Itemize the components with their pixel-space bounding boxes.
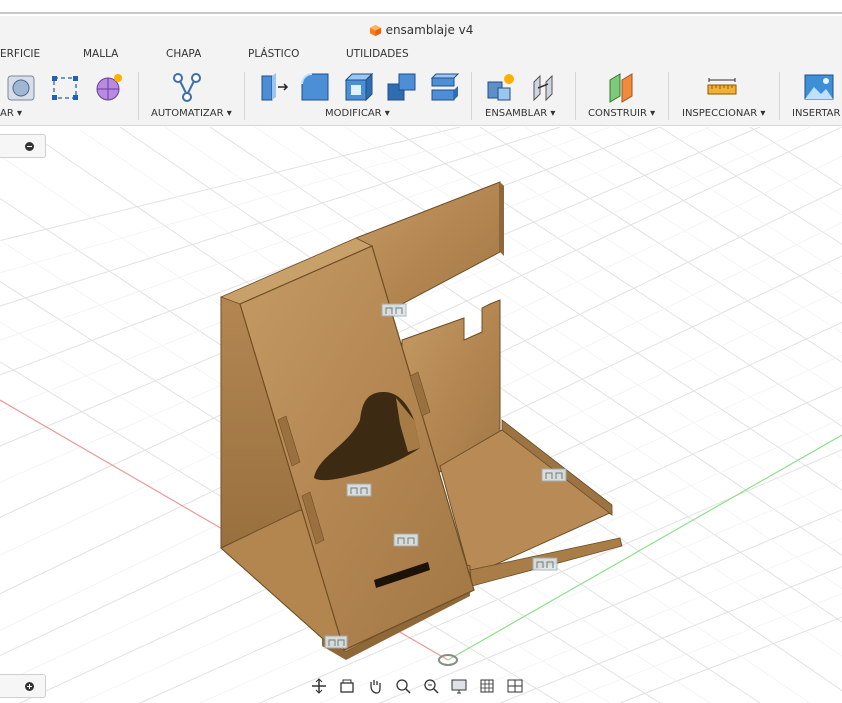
form-sphere-icon[interactable] (92, 70, 126, 104)
tab-chapa[interactable]: CHAPA (166, 48, 201, 60)
pan-icon[interactable] (362, 675, 388, 697)
toolbar-separator (471, 72, 472, 120)
back-panel-edge (500, 182, 504, 256)
insert-image-icon[interactable] (802, 70, 836, 104)
comments-panel-toggle[interactable] (0, 674, 46, 698)
document-cube-icon (369, 24, 381, 36)
group-automatizar-label[interactable]: AUTOMATIZAR ▾ (151, 108, 232, 119)
combine-icon[interactable] (385, 70, 419, 104)
grid-icon[interactable] (474, 675, 500, 697)
toolbar-separator (575, 72, 576, 120)
split-body-icon[interactable] (428, 70, 462, 104)
viewport-scene (0, 127, 842, 703)
automate-icon[interactable] (170, 70, 204, 104)
tab-plastico[interactable]: PLÁSTICO (248, 48, 299, 60)
browser-panel-toggle[interactable] (0, 134, 46, 158)
tab-superficie[interactable]: ERFICIE (0, 48, 40, 60)
offset-plane-icon[interactable] (604, 70, 638, 104)
sphere-face-icon[interactable] (4, 70, 38, 104)
document-title: ensamblaje v4 (385, 23, 474, 37)
toolbar-separator (244, 72, 245, 120)
tab-utilidades[interactable]: UTILIDADES (346, 48, 409, 60)
joint-icon[interactable] (526, 70, 560, 104)
viewports-icon[interactable] (502, 675, 528, 697)
toolbar-separator (779, 72, 780, 120)
toolbar-ribbon: AR ▾ AUTOMATIZAR ▾ MODIFICAR ▾ ENSAMBLAR… (0, 66, 842, 126)
group-ensamblar-label[interactable]: ENSAMBLAR ▾ (485, 108, 555, 119)
ribbon-tabs: ERFICIE MALLA CHAPA PLÁSTICO UTILIDADES (0, 44, 842, 66)
toolbar-separator (138, 72, 139, 120)
3d-canvas[interactable] (0, 127, 842, 703)
group-construir-label[interactable]: CONSTRUIR ▾ (588, 108, 655, 119)
display-settings-icon[interactable] (446, 675, 472, 697)
new-component-icon[interactable] (484, 70, 518, 104)
group-crear-label[interactable]: AR ▾ (0, 108, 22, 119)
tab-malla[interactable]: MALLA (83, 48, 118, 60)
measure-icon[interactable] (705, 70, 739, 104)
shell-icon[interactable] (342, 70, 376, 104)
group-insertar-label[interactable]: INSERTAR (792, 108, 840, 119)
window-top-strip (0, 0, 842, 14)
title-bar: ensamblaje v4 (0, 16, 842, 44)
collapse-icon[interactable] (25, 142, 34, 151)
fillet-icon[interactable] (298, 70, 332, 104)
expand-icon[interactable] (25, 682, 34, 691)
group-modificar-label[interactable]: MODIFICAR ▾ (325, 108, 390, 119)
look-at-icon[interactable] (334, 675, 360, 697)
navigation-bar (306, 673, 544, 699)
fit-icon[interactable] (418, 675, 444, 697)
orbit-icon[interactable] (306, 675, 332, 697)
toolbar-separator (668, 72, 669, 120)
sketch-rectangle-icon[interactable] (48, 70, 82, 104)
group-inspeccionar-label[interactable]: INSPECCIONAR ▾ (682, 108, 765, 119)
press-pull-icon[interactable] (256, 70, 290, 104)
zoom-icon[interactable] (390, 675, 416, 697)
